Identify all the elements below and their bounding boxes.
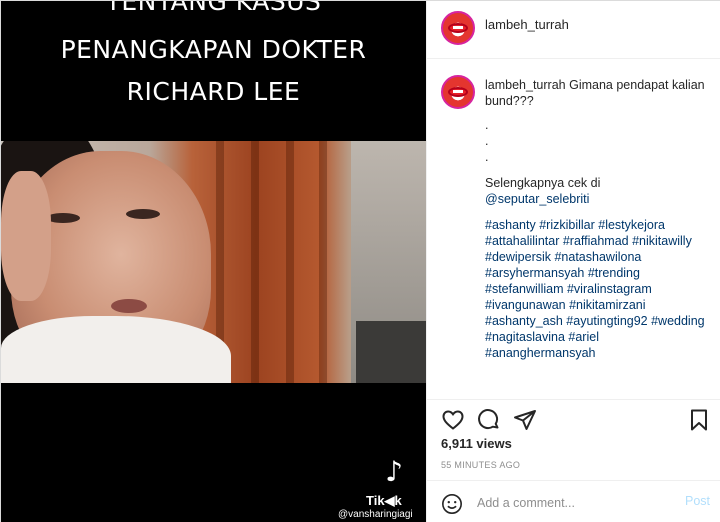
- tiktok-handle: @vansharingiagi: [338, 509, 413, 520]
- curtain-fold: [251, 141, 259, 383]
- hashtags[interactable]: #ashanty #rizkibillar #lestykejora #atta…: [485, 217, 710, 361]
- hand: [1, 171, 51, 301]
- comment-button[interactable]: [477, 408, 503, 434]
- caption-dot: .: [485, 150, 489, 164]
- mention-link[interactable]: @seputar_selebriti: [485, 191, 710, 207]
- heart-icon: [442, 410, 464, 430]
- avatar[interactable]: [441, 11, 475, 45]
- instagram-post: TENTANG KASUS PENANGKAPAN DOKTER RICHARD…: [0, 0, 720, 522]
- caption-dot: .: [485, 134, 489, 148]
- eye: [46, 213, 80, 223]
- video-caption-line-1: TENTANG KASUS: [105, 1, 322, 16]
- caption-area: lambeh_turrah Gimana pendapat kalian bun…: [427, 59, 720, 399]
- more-text: Selengkapnya cek di: [485, 176, 601, 190]
- post-caption: lambeh_turrah Gimana pendapat kalian bun…: [485, 77, 710, 361]
- author-avatar[interactable]: [441, 75, 475, 109]
- share-icon: [514, 410, 536, 430]
- emoji-button[interactable]: [441, 493, 463, 515]
- comment-icon: [478, 409, 499, 430]
- post-comment-button[interactable]: Post: [685, 494, 710, 508]
- share-button[interactable]: [513, 408, 539, 434]
- tiktok-watermark: Tik◀k: [366, 493, 402, 508]
- caption-author[interactable]: lambeh_turrah: [485, 78, 566, 92]
- save-button[interactable]: [687, 408, 713, 434]
- post-actions: 6,911 views 55 MINUTES AGO Post: [427, 399, 720, 519]
- post-sidebar: lambeh_turrah lambeh_turrah Gimana penda…: [426, 1, 720, 522]
- post-timestamp[interactable]: 55 MINUTES AGO: [441, 460, 520, 470]
- like-button[interactable]: [441, 408, 467, 434]
- bookmark-icon: [691, 409, 707, 431]
- teeth: [453, 90, 463, 93]
- tiktok-icon: ♪: [385, 455, 403, 488]
- video-frame: [1, 141, 426, 383]
- curtain-fold: [319, 141, 327, 383]
- video-caption-line-3: RICHARD LEE: [126, 77, 301, 106]
- add-comment-row: Post: [427, 480, 720, 522]
- video-player[interactable]: TENTANG KASUS PENANGKAPAN DOKTER RICHARD…: [1, 1, 426, 522]
- emoji-icon: [442, 494, 462, 514]
- eye: [126, 209, 160, 219]
- curtain-fold: [286, 141, 294, 383]
- caption-dot: .: [485, 118, 489, 132]
- teeth: [453, 26, 463, 29]
- add-comment-input[interactable]: [477, 494, 657, 512]
- view-count[interactable]: 6,911 views: [441, 436, 512, 451]
- video-caption-line-2: PENANGKAPAN DOKTER: [60, 35, 367, 64]
- caption-dots: . . .: [485, 117, 710, 165]
- header-username[interactable]: lambeh_turrah: [485, 17, 569, 32]
- shelf: [356, 321, 426, 383]
- mouth: [111, 299, 147, 313]
- post-header: lambeh_turrah: [427, 1, 720, 59]
